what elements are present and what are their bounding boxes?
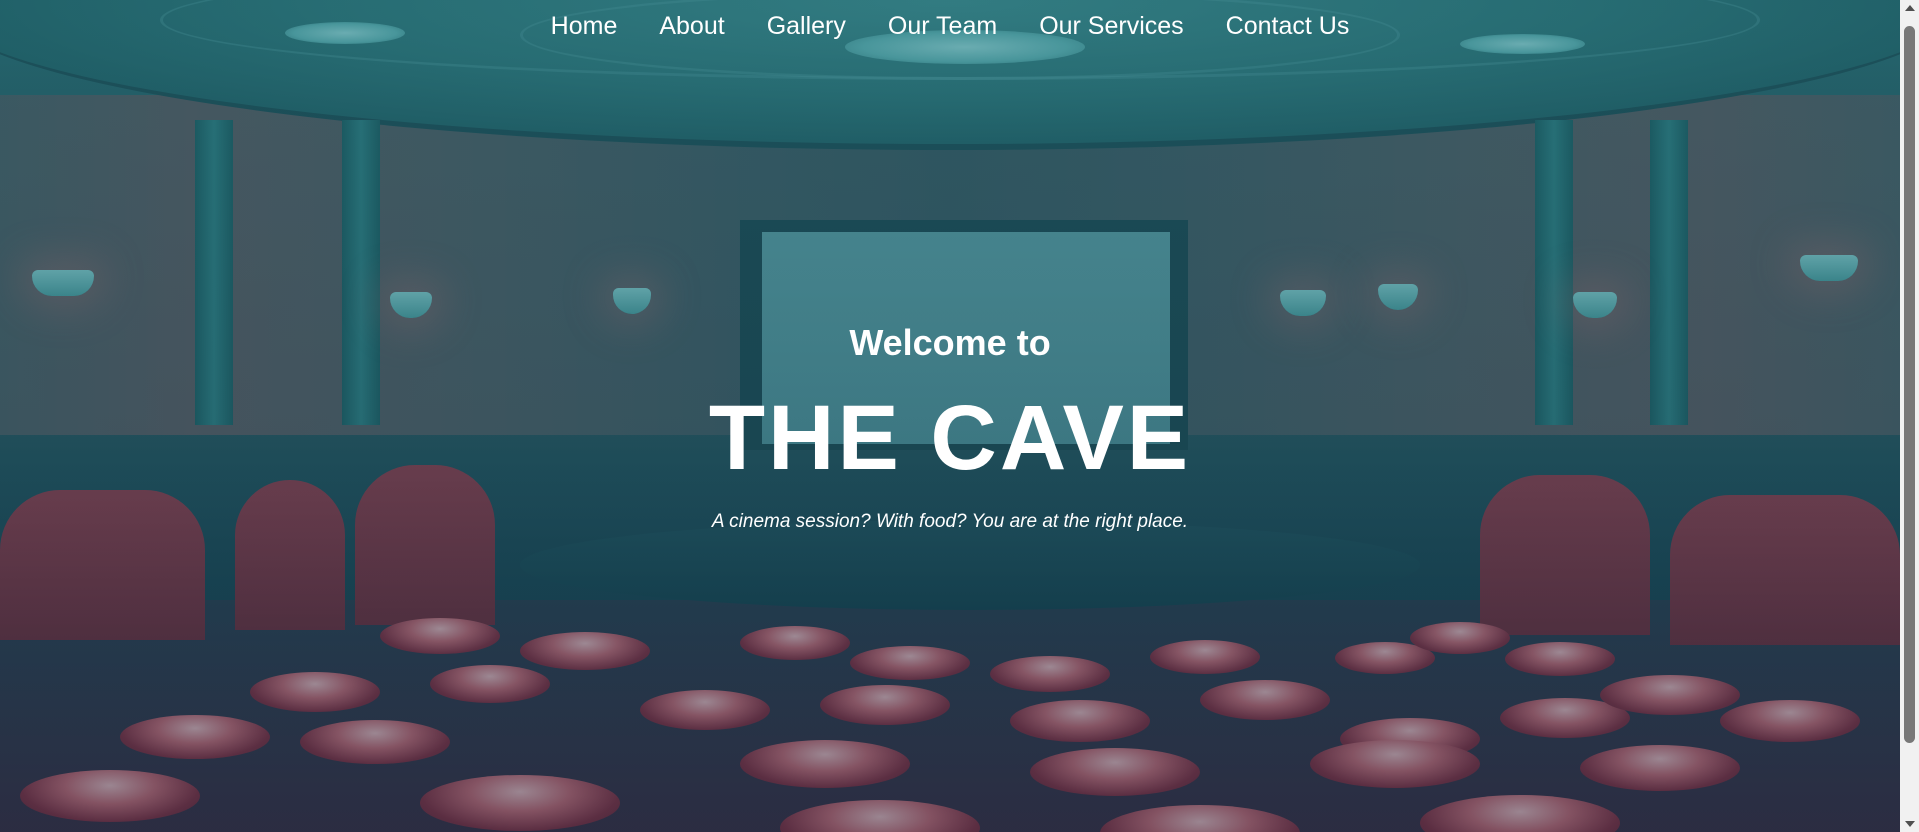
nav-link-about[interactable]: About	[638, 10, 745, 42]
hero-tagline: A cinema session? With food? You are at …	[711, 511, 1189, 532]
nav-link-our-services[interactable]: Our Services	[1018, 10, 1204, 42]
hero-title: THE CAVE	[708, 387, 1192, 489]
scroll-down-arrow-icon[interactable]	[1905, 821, 1915, 827]
nav-link-contact-us[interactable]: Contact Us	[1205, 10, 1371, 42]
nav-link-gallery[interactable]: Gallery	[746, 10, 867, 42]
nav-link-our-team[interactable]: Our Team	[867, 10, 1018, 42]
main-navigation: Home About Gallery Our Team Our Services…	[0, 10, 1900, 42]
nav-link-home[interactable]: Home	[530, 10, 639, 42]
hero-welcome-text: Welcome to	[849, 322, 1051, 363]
page-scrollbar[interactable]	[1900, 0, 1919, 832]
scroll-up-arrow-icon[interactable]	[1905, 5, 1915, 11]
scrollbar-thumb[interactable]	[1904, 26, 1915, 743]
